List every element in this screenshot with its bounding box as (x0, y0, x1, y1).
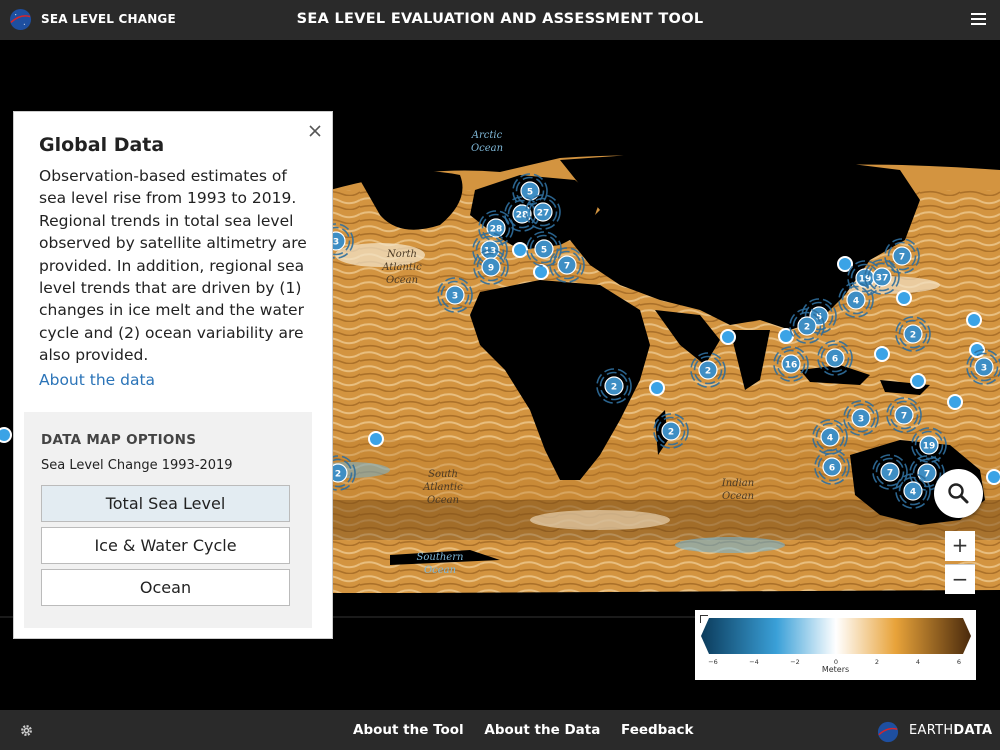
options-subtitle: Sea Level Change 1993-2019 (41, 458, 233, 473)
zoom-out-button[interactable]: − (945, 564, 975, 594)
about-data-link[interactable]: About the data (39, 371, 155, 389)
arctic-label-2: Ocean (471, 143, 503, 154)
top-header: SEA LEVEL CHANGE SEA LEVEL EVALUATION AN… (0, 0, 1000, 40)
cluster-count: 4 (910, 487, 916, 497)
cluster-count: 28 (490, 224, 503, 234)
about-tool-link[interactable]: About the Tool (353, 722, 464, 738)
cluster-count: 2 (668, 427, 674, 437)
legend-gradient-bar (701, 618, 971, 654)
southern-ocean-label-2: Ocean (424, 565, 456, 576)
about-data-footer-link[interactable]: About the Data (484, 722, 600, 738)
cluster-count: 4 (827, 433, 833, 443)
close-icon[interactable] (308, 124, 322, 138)
gear-icon[interactable] (19, 723, 34, 738)
north-atlantic-label-1: North (386, 249, 417, 260)
cluster-count: 3 (452, 291, 458, 301)
cluster-count: 16 (785, 360, 798, 370)
cluster-count: 27 (537, 208, 550, 218)
feedback-link[interactable]: Feedback (621, 722, 693, 738)
cluster-count: 4 (853, 296, 859, 306)
cluster-count: 6 (832, 354, 838, 364)
color-legend: −6 −4 −2 0 2 4 6 Meters (695, 610, 976, 680)
ocean-button[interactable]: Ocean (41, 569, 290, 606)
cluster-count: 3 (333, 237, 339, 247)
options-title: DATA MAP OPTIONS (41, 432, 197, 448)
zoom-in-button[interactable]: + (945, 531, 975, 561)
indian-ocean-label-1: Indian (721, 478, 754, 489)
cluster-count: 2 (611, 382, 617, 392)
cluster-count: 3 (981, 363, 987, 373)
nasa-meatball-icon (877, 721, 899, 743)
cluster-count: 5 (541, 245, 547, 255)
search-button[interactable] (934, 469, 983, 518)
indian-ocean-label-2: Ocean (722, 491, 754, 502)
panel-description: Observation-based estimates of sea level… (39, 167, 307, 365)
earthdata-suffix: DATA (953, 723, 993, 738)
south-atlantic-label-2: Atlantic (422, 482, 463, 493)
cluster-count: 37 (876, 273, 889, 283)
cluster-count: 2 (804, 322, 810, 332)
arctic-label-1: Arctic (471, 130, 503, 141)
earthdata-prefix: EARTH (909, 723, 954, 738)
north-atlantic-label-3: Ocean (386, 275, 418, 286)
search-icon (948, 483, 969, 504)
earthdata-logo[interactable]: EARTHDATA (877, 721, 992, 747)
ice-water-cycle-button[interactable]: Ice & Water Cycle (41, 527, 290, 564)
south-atlantic-label-1: South (428, 469, 458, 480)
north-atlantic-label-2: Atlantic (381, 262, 422, 273)
cluster-count: 19 (923, 441, 936, 451)
data-map-options: DATA MAP OPTIONS Sea Level Change 1993-2… (24, 412, 312, 628)
cluster-count: 2 (705, 366, 711, 376)
southern-ocean-label-1: Southern (417, 552, 464, 563)
cluster-count: 6 (829, 463, 835, 473)
cluster-count: 5 (527, 187, 533, 197)
footer-links: About the Tool About the Data Feedback (353, 722, 709, 738)
cluster-count: 7 (901, 411, 907, 421)
cluster-count: 7 (564, 261, 570, 271)
app-title: SEA LEVEL EVALUATION AND ASSESSMENT TOOL (296, 11, 704, 27)
cluster-count: 3 (858, 414, 864, 424)
footer: About the Tool About the Data Feedback E… (0, 710, 1000, 750)
cluster-count: 7 (899, 252, 905, 262)
menu-icon[interactable] (971, 13, 986, 27)
cluster-count: 9 (488, 263, 494, 273)
total-sea-level-button[interactable]: Total Sea Level (41, 485, 290, 522)
global-data-panel: Global Data Observation-based estimates … (13, 111, 333, 639)
cluster-count: 2 (910, 330, 916, 340)
south-atlantic-label-3: Ocean (427, 495, 459, 506)
legend-unit: Meters (821, 665, 850, 674)
cluster-count: 2 (335, 469, 341, 479)
cluster-count: 7 (887, 468, 893, 478)
panel-title: Global Data (39, 134, 165, 156)
